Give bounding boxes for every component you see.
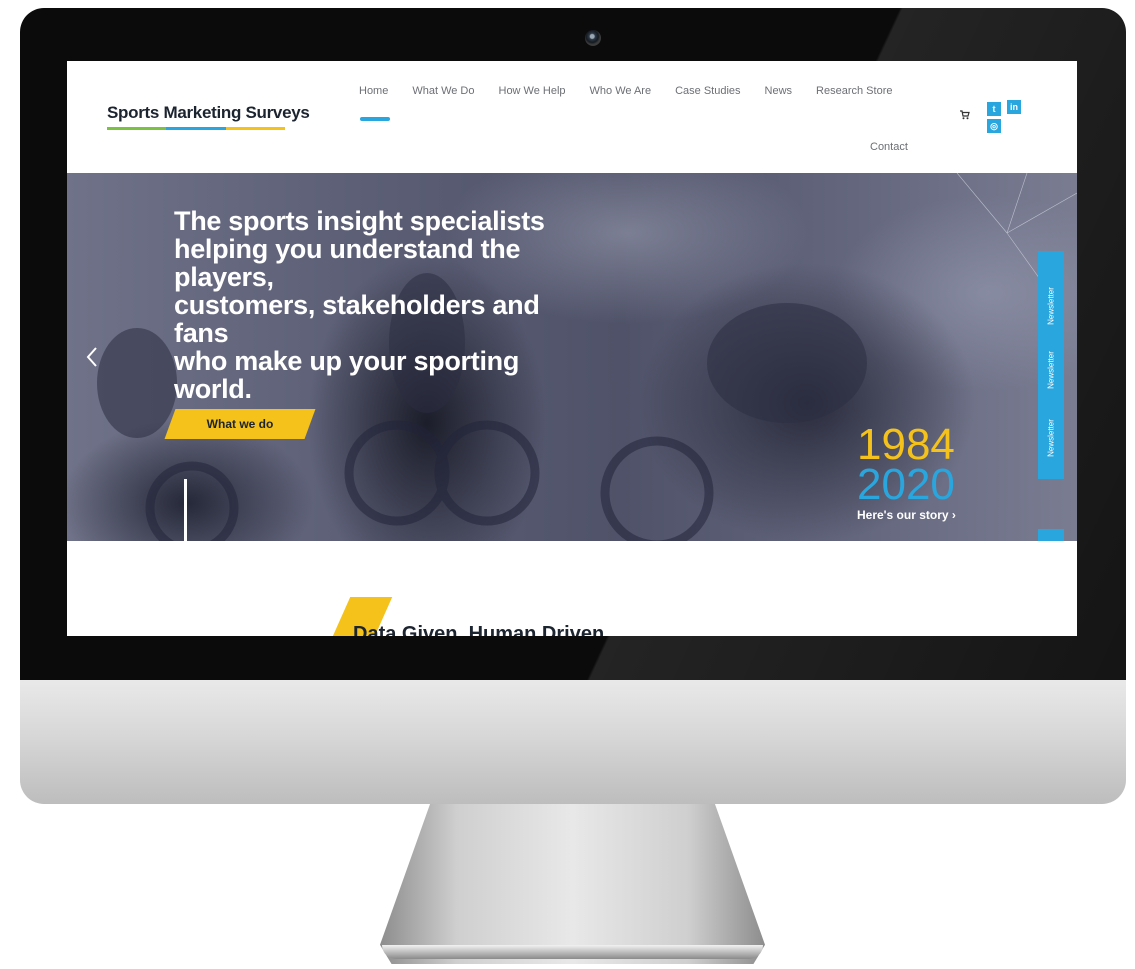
our-story-link[interactable]: Here's our story › [857, 508, 956, 522]
logo-underline [107, 127, 285, 130]
monitor-stand [380, 804, 765, 964]
chevron-left-icon[interactable] [81, 345, 105, 369]
what-we-do-button[interactable]: What we do [164, 409, 316, 439]
newsletter-tab[interactable]: Newsletter Newsletter Newsletter [1038, 251, 1064, 479]
newsletter-tab-label: Newsletter [1046, 350, 1056, 389]
year-start: 1984 [857, 420, 955, 469]
hero-slider: The sports insight specialists helping y… [67, 173, 1077, 541]
intro-section: Data Given, Human Driven [67, 541, 1077, 636]
nav-contact[interactable]: Contact [870, 141, 908, 153]
nav-news[interactable]: News [765, 85, 793, 97]
cart-icon[interactable] [960, 110, 970, 120]
hero-headline-line: The sports insight specialists [174, 206, 545, 236]
webcam-icon [585, 30, 601, 46]
hero-headline: The sports insight specialists helping y… [174, 207, 594, 403]
hero-headline-line: customers, stakeholders and fans [174, 290, 540, 348]
hero-headline-line: helping you understand the players, [174, 234, 521, 292]
newsletter-tab-label: Newsletter [1046, 286, 1056, 325]
monitor-stand-base [382, 945, 763, 959]
hero-headline-line: who make up your sporting world. [174, 346, 520, 404]
main-nav: Home What We Do How We Help Who We Are C… [359, 85, 916, 121]
linkedin-icon[interactable]: in [1007, 100, 1021, 114]
newsletter-tab-label: Newsletter [1046, 419, 1056, 457]
monitor-chin [20, 680, 1126, 804]
hero-divider [184, 479, 187, 541]
twitter-icon[interactable]: t [987, 102, 1001, 116]
what-we-do-button-label: What we do [206, 417, 274, 431]
year-end: 2020 [857, 460, 955, 509]
nav-research-store[interactable]: Research Store [816, 85, 892, 97]
site-header: Sports Marketing Surveys Home What We Do… [67, 61, 1077, 173]
instagram-icon[interactable]: ◎ [987, 119, 1001, 133]
site-logo[interactable]: Sports Marketing Surveys [107, 103, 310, 123]
nav-case-studies[interactable]: Case Studies [675, 85, 740, 97]
website-screen: Sports Marketing Surveys Home What We Do… [67, 61, 1077, 636]
nav-what-we-do[interactable]: What We Do [412, 85, 474, 97]
nav-home[interactable]: Home [359, 85, 391, 121]
nav-who-we-are[interactable]: Who We Are [590, 85, 652, 97]
section-heading: Data Given, Human Driven [353, 623, 605, 636]
nav-how-we-help[interactable]: How We Help [499, 85, 566, 97]
